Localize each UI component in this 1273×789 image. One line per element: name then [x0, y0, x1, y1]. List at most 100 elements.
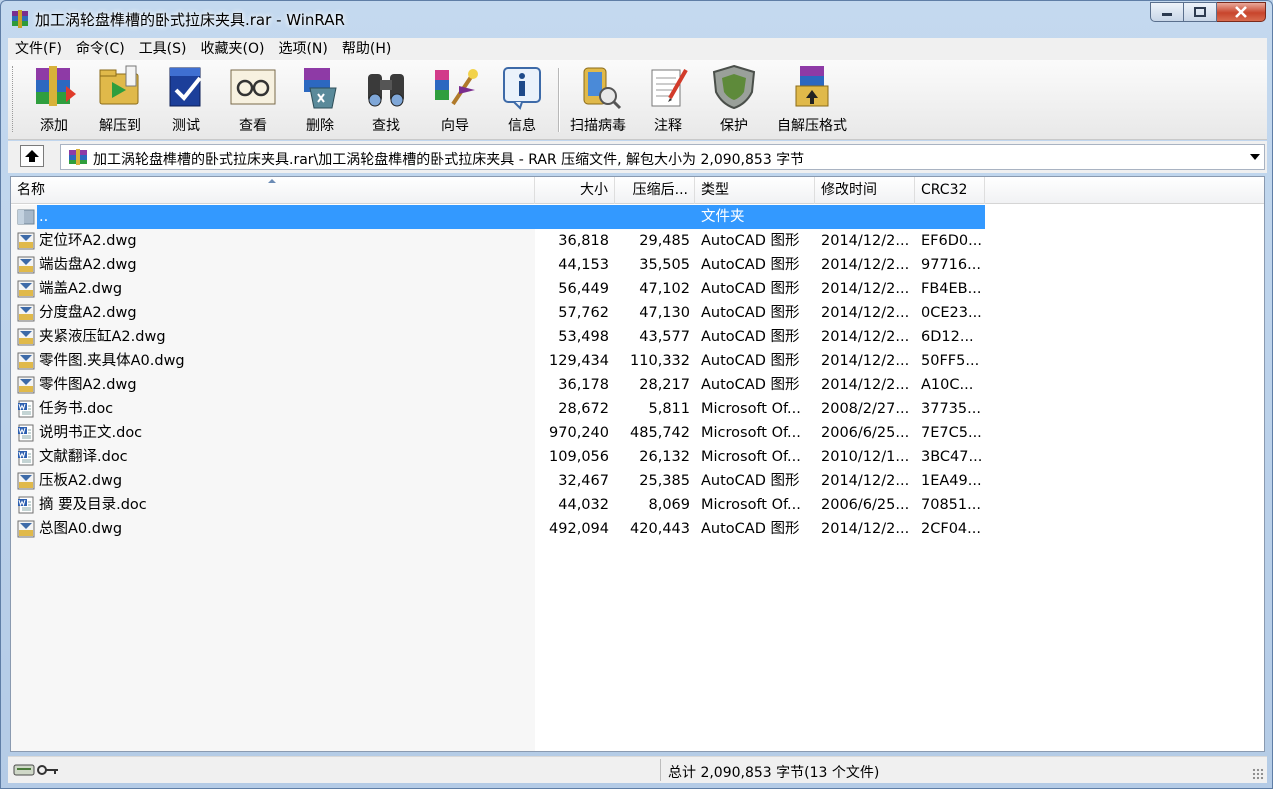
winrar-window: 加工涡轮盘榫槽的卧式拉床夹具.rar - WinRAR 文件(F) 命令(C) …: [0, 0, 1273, 789]
test-icon: [169, 67, 202, 107]
delete-icon: [304, 68, 337, 109]
column-packed[interactable]: 压缩后...: [615, 177, 695, 204]
table-row[interactable]: 压板A2.dwg 32,467 25,385 AutoCAD 图形 2014/1…: [11, 469, 1264, 493]
path-dropdown-icon[interactable]: [1250, 154, 1260, 160]
find-label: 查找: [372, 118, 400, 134]
menu-help[interactable]: 帮助(H): [335, 38, 398, 60]
menu-favorites[interactable]: 收藏夹(O): [194, 38, 272, 60]
minimize-button[interactable]: [1150, 2, 1184, 22]
title-bar[interactable]: 加工涡轮盘榫槽的卧式拉床夹具.rar - WinRAR: [1, 1, 1272, 37]
table-row[interactable]: 说明书正文.doc 970,240 485,742 Microsoft Of..…: [11, 421, 1264, 445]
comment-button[interactable]: 注释: [636, 63, 700, 137]
toolbar: 添加 解压到 测试 查看 删除 查找 向导 信息 扫描病毒 注释 保护 自解压格…: [8, 60, 1267, 140]
status-bar: 总计 2,090,853 字节(13 个文件): [8, 756, 1267, 783]
status-total: 总计 2,090,853 字节(13 个文件): [668, 765, 880, 781]
doc-file-icon: [18, 424, 34, 442]
view-button[interactable]: 查看: [220, 63, 286, 137]
file-rows: .. 文件夹 定位环A2.dwg 36,818 29,485 AutoCAD 图…: [11, 205, 1264, 541]
protect-button[interactable]: 保护: [702, 63, 766, 137]
delete-label: 删除: [306, 118, 334, 134]
drive-key-icon[interactable]: [12, 762, 62, 778]
menu-bar: 文件(F) 命令(C) 工具(S) 收藏夹(O) 选项(N) 帮助(H): [8, 38, 1267, 60]
maximize-icon: [1194, 7, 1206, 17]
table-row[interactable]: 分度盘A2.dwg 57,762 47,130 AutoCAD 图形 2014/…: [11, 301, 1264, 325]
table-row[interactable]: 端盖A2.dwg 56,449 47,102 AutoCAD 图形 2014/1…: [11, 277, 1264, 301]
info-button[interactable]: 信息: [490, 63, 554, 137]
extract-to-button[interactable]: 解压到: [88, 63, 152, 137]
dwg-file-icon: [17, 328, 35, 346]
table-row[interactable]: 零件图A2.dwg 36,178 28,217 AutoCAD 图形 2014/…: [11, 373, 1264, 397]
close-icon: [1235, 6, 1247, 18]
doc-file-icon: [18, 400, 34, 418]
column-size[interactable]: 大小: [535, 177, 615, 204]
dwg-file-icon: [17, 256, 35, 274]
maximize-button[interactable]: [1184, 2, 1217, 22]
protect-icon: [712, 64, 756, 110]
toolbar-grip[interactable]: [12, 66, 15, 132]
path-text: 加工涡轮盘榫槽的卧式拉床夹具.rar\加工涡轮盘榫槽的卧式拉床夹具 - RAR …: [93, 152, 805, 168]
table-row[interactable]: 任务书.doc 28,672 5,811 Microsoft Of... 200…: [11, 397, 1264, 421]
delete-button[interactable]: 删除: [288, 63, 352, 137]
info-icon: [503, 67, 541, 110]
info-label: 信息: [508, 118, 536, 134]
add-label: 添加: [40, 118, 68, 134]
toolbar-separator: [558, 68, 560, 132]
dwg-file-icon: [17, 376, 35, 394]
path-field[interactable]: 加工涡轮盘榫槽的卧式拉床夹具.rar\加工涡轮盘榫槽的卧式拉床夹具 - RAR …: [60, 144, 1265, 170]
menu-options[interactable]: 选项(N): [271, 38, 334, 60]
comment-icon: [651, 69, 688, 107]
dwg-file-icon: [17, 472, 35, 490]
doc-file-icon: [18, 496, 34, 514]
wizard-label: 向导: [441, 118, 469, 134]
comment-label: 注释: [654, 118, 682, 134]
up-arrow-icon: [25, 150, 39, 162]
column-name[interactable]: 名称: [11, 177, 535, 204]
dwg-file-icon: [17, 352, 35, 370]
up-folder-button[interactable]: [20, 145, 44, 167]
view-label: 查看: [239, 118, 267, 134]
virus-scan-button[interactable]: 扫描病毒: [564, 63, 632, 137]
file-list[interactable]: 名称 大小 压缩后... 类型 修改时间 CRC32 .. 文件夹 定位环A2.…: [10, 176, 1265, 752]
extract-to-label: 解压到: [99, 118, 141, 134]
table-row[interactable]: 文献翻译.doc 109,056 26,132 Microsoft Of... …: [11, 445, 1264, 469]
column-modified[interactable]: 修改时间: [815, 177, 915, 204]
close-button[interactable]: [1217, 2, 1266, 22]
winrar-app-icon: [12, 10, 28, 28]
sfx-button[interactable]: 自解压格式: [770, 63, 854, 137]
menu-file[interactable]: 文件(F): [8, 38, 69, 60]
virus-scan-label: 扫描病毒: [570, 118, 626, 134]
dwg-file-icon: [17, 304, 35, 322]
column-crc[interactable]: CRC32: [915, 177, 985, 204]
add-archive-icon: [36, 66, 76, 106]
dwg-file-icon: [17, 232, 35, 250]
find-button[interactable]: 查找: [354, 63, 418, 137]
table-row[interactable]: 夹紧液压缸A2.dwg 53,498 43,577 AutoCAD 图形 201…: [11, 325, 1264, 349]
column-type[interactable]: 类型: [695, 177, 815, 204]
sfx-label: 自解压格式: [777, 118, 847, 134]
dwg-file-icon: [17, 280, 35, 298]
wizard-icon: [435, 69, 478, 106]
find-icon: [368, 74, 404, 107]
archive-icon: [69, 149, 87, 165]
table-row[interactable]: 端齿盘A2.dwg 44,153 35,505 AutoCAD 图形 2014/…: [11, 253, 1264, 277]
caption-buttons: [1150, 2, 1266, 22]
protect-label: 保护: [720, 118, 748, 134]
table-row[interactable]: 摘 要及目录.doc 44,032 8,069 Microsoft Of... …: [11, 493, 1264, 517]
folder-up-icon: [17, 209, 35, 225]
resize-grip[interactable]: [1252, 768, 1264, 780]
view-icon: [230, 69, 276, 105]
table-row[interactable]: 零件图.夹具体A0.dwg 129,434 110,332 AutoCAD 图形…: [11, 349, 1264, 373]
add-button[interactable]: 添加: [22, 63, 86, 137]
table-row[interactable]: .. 文件夹: [11, 205, 1264, 229]
menu-commands[interactable]: 命令(C): [69, 38, 132, 60]
dwg-file-icon: [17, 520, 35, 538]
menu-tools[interactable]: 工具(S): [132, 38, 194, 60]
test-label: 测试: [172, 118, 200, 134]
wizard-button[interactable]: 向导: [422, 63, 488, 137]
test-button[interactable]: 测试: [154, 63, 218, 137]
table-row[interactable]: 总图A0.dwg 492,094 420,443 AutoCAD 图形 2014…: [11, 517, 1264, 541]
doc-file-icon: [18, 448, 34, 466]
extract-to-icon: [99, 65, 139, 105]
table-row[interactable]: 定位环A2.dwg 36,818 29,485 AutoCAD 图形 2014/…: [11, 229, 1264, 253]
virus-scan-icon: [583, 67, 622, 110]
